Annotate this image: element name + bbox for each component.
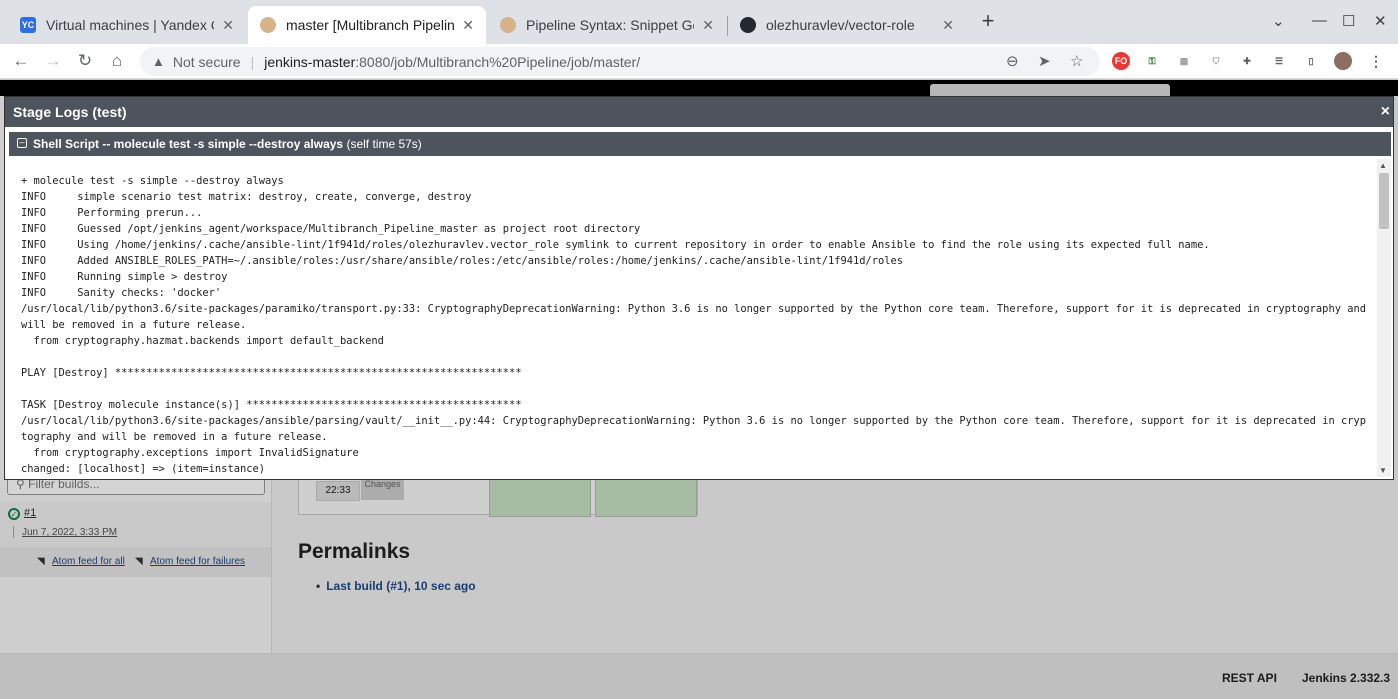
extension-grid-icon[interactable]: ▦ bbox=[1175, 52, 1193, 70]
reload-icon[interactable]: ↻ bbox=[74, 50, 96, 72]
new-tab-button[interactable]: + bbox=[976, 10, 1000, 34]
close-icon[interactable]: ✕ bbox=[702, 17, 714, 34]
scrollbar-thumb[interactable] bbox=[1379, 173, 1389, 229]
scroll-down-icon[interactable]: ▼ bbox=[1379, 466, 1387, 475]
log-output[interactable]: + molecule test -s simple --destroy alwa… bbox=[9, 159, 1375, 477]
step-name: Shell Script -- molecule test -s simple … bbox=[33, 137, 344, 151]
log-line: INFO Sanity checks: 'docker' bbox=[21, 287, 222, 299]
tab-title: Virtual machines | Yandex Com bbox=[46, 17, 214, 33]
log-line: INFO Running simple > destroy bbox=[21, 271, 228, 283]
close-icon[interactable]: ✕ bbox=[462, 17, 474, 34]
url-host: jenkins-master bbox=[264, 53, 356, 70]
jenkins-icon bbox=[500, 17, 516, 33]
log-line: changed: [localhost] => (item=instance) bbox=[21, 463, 265, 475]
log-line: tography and will be removed in a future… bbox=[21, 431, 328, 443]
close-icon[interactable]: ✕ bbox=[222, 17, 234, 34]
log-line: + molecule test -s simple --destroy alwa… bbox=[21, 175, 284, 187]
extension-password-icon[interactable]: ⚿ bbox=[1143, 52, 1161, 70]
log-line: INFO Performing prerun... bbox=[21, 207, 203, 219]
log-line: /usr/local/lib/python3.6/site-packages/a… bbox=[21, 415, 1366, 427]
tab-title: Pipeline Syntax: Snippet Gener bbox=[526, 17, 694, 33]
browser-toolbar: ← → ↻ ⌂ ▲ Not secure | jenkins-master :8… bbox=[0, 44, 1398, 79]
home-icon[interactable]: ⌂ bbox=[106, 50, 128, 72]
address-divider: | bbox=[250, 53, 255, 70]
security-status[interactable]: Not secure bbox=[173, 54, 241, 70]
bookmark-star-icon[interactable]: ☆ bbox=[1070, 52, 1083, 70]
tab-github-vector-role[interactable]: olezhuravlev/vector-role ✕ bbox=[728, 6, 966, 44]
modal-title: Stage Logs (test) bbox=[13, 104, 127, 120]
log-line: TASK [Destroy molecule instance(s)] ****… bbox=[21, 399, 522, 411]
window-close-icon[interactable]: ✕ bbox=[1374, 12, 1387, 30]
maximize-icon[interactable]: ☐ bbox=[1342, 12, 1355, 30]
zoom-icon[interactable]: ⊖ bbox=[1006, 52, 1019, 70]
tab-title: olezhuravlev/vector-role bbox=[766, 17, 915, 33]
collapse-icon[interactable]: – bbox=[17, 138, 27, 148]
github-icon bbox=[740, 17, 756, 33]
tab-title: master [Multibranch Pipeline] bbox=[286, 17, 455, 33]
yandex-cloud-icon: YC bbox=[20, 17, 36, 33]
extensions-puzzle-icon[interactable]: ✚ bbox=[1238, 52, 1256, 70]
url-path: :8080/job/Multibranch%20Pipeline/job/mas… bbox=[355, 53, 641, 70]
tab-pipeline-syntax[interactable]: Pipeline Syntax: Snippet Gener ✕ bbox=[488, 6, 726, 44]
forward-arrow-icon[interactable]: → bbox=[42, 50, 64, 72]
step-time: (self time 57s) bbox=[346, 137, 422, 151]
log-step-header[interactable]: – Shell Script -- molecule test -s simpl… bbox=[9, 132, 1391, 156]
log-line: INFO Using /home/jenkins/.cache/ansible-… bbox=[21, 239, 1210, 251]
minimize-icon[interactable]: — bbox=[1312, 12, 1327, 29]
log-scrollbar[interactable]: ▲ ▼ bbox=[1377, 159, 1391, 477]
log-line: /usr/local/lib/python3.6/site-packages/p… bbox=[21, 303, 1366, 315]
menu-kebab-icon[interactable]: ⋮ bbox=[1367, 52, 1385, 70]
log-line: from cryptography.hazmat.backends import… bbox=[21, 335, 384, 347]
extension-shield-icon[interactable]: ⛉ bbox=[1207, 52, 1225, 70]
reading-list-icon[interactable]: ☰ bbox=[1270, 52, 1288, 70]
tab-master-pipeline[interactable]: master [Multibranch Pipeline] ✕ bbox=[248, 6, 486, 44]
log-line: INFO simple scenario test matrix: destro… bbox=[21, 191, 472, 203]
warning-icon[interactable]: ▲ bbox=[152, 54, 165, 69]
stage-logs-modal: Stage Logs (test) × – Shell Script -- mo… bbox=[4, 96, 1394, 480]
scroll-up-icon[interactable]: ▲ bbox=[1379, 161, 1387, 170]
side-panel-icon[interactable]: ▯ bbox=[1302, 52, 1320, 70]
jenkins-icon bbox=[260, 17, 276, 33]
address-bar[interactable]: ▲ Not secure | jenkins-master :8080/job/… bbox=[140, 47, 1100, 76]
modal-header: Stage Logs (test) × bbox=[5, 97, 1393, 127]
back-arrow-icon[interactable]: ← bbox=[10, 50, 32, 72]
log-line: INFO Guessed /opt/jenkins_agent/workspac… bbox=[21, 223, 641, 235]
extension-fo-icon[interactable]: FO bbox=[1112, 52, 1130, 70]
tab-search-icon[interactable]: ⌄ bbox=[1272, 12, 1285, 30]
tab-yandex-cloud[interactable]: YC Virtual machines | Yandex Com ✕ bbox=[8, 6, 246, 44]
close-icon[interactable]: ✕ bbox=[942, 17, 954, 34]
log-line: will be removed in a future release. bbox=[21, 319, 247, 331]
profile-avatar[interactable] bbox=[1334, 52, 1352, 70]
log-line: from cryptography.exceptions import Inva… bbox=[21, 447, 359, 459]
send-icon[interactable]: ➤ bbox=[1038, 52, 1051, 70]
browser-tab-bar: YC Virtual machines | Yandex Com ✕ maste… bbox=[0, 0, 1398, 44]
log-line: INFO Added ANSIBLE_ROLES_PATH=~/.ansible… bbox=[21, 255, 904, 267]
log-line: PLAY [Destroy] *************************… bbox=[21, 367, 522, 379]
close-button[interactable]: × bbox=[1381, 97, 1390, 127]
